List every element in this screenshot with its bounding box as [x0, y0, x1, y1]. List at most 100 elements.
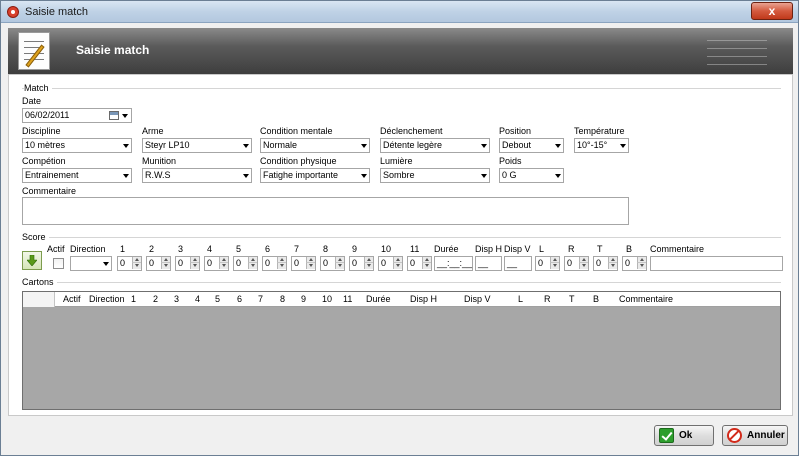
shot-spinner-9[interactable]: 0 [349, 256, 374, 271]
position-select[interactable]: Debout [499, 138, 564, 153]
cartons-grid[interactable]: Actif Direction 1 2 3 4 5 6 7 8 9 10 11 Durée Disp H Di… [22, 291, 781, 410]
spin-down-icon[interactable] [190, 263, 199, 269]
title-bar[interactable]: Saisie match x [1, 1, 798, 23]
cond-physique-value: Fatighe importante [263, 170, 339, 180]
shot-spinner-8[interactable]: 0 [320, 256, 345, 271]
cond-physique-select[interactable]: Fatighe importante [260, 168, 370, 183]
spin-down-icon[interactable] [637, 263, 646, 269]
grid-column-header[interactable]: Durée [366, 294, 391, 304]
grid-column-header[interactable]: 5 [215, 294, 220, 304]
lumiere-value: Sombre [383, 170, 415, 180]
lumiere-select[interactable]: Sombre [380, 168, 490, 183]
disp-h-input[interactable]: __ [475, 256, 502, 271]
discipline-select[interactable]: 10 mètres [22, 138, 132, 153]
shot-spinner-4[interactable]: 0 [204, 256, 229, 271]
grid-column-header[interactable]: 11 [343, 294, 352, 304]
arme-select[interactable]: Steyr LP10 [142, 138, 252, 153]
spin-down-icon[interactable] [248, 263, 257, 269]
grid-column-header[interactable]: Actif [63, 294, 81, 304]
grid-column-header[interactable]: 2 [153, 294, 158, 304]
match-commentaire-input[interactable] [22, 197, 629, 225]
competition-label: Compétion [22, 156, 66, 166]
spin-down-icon[interactable] [550, 263, 559, 269]
shot-spinner-5[interactable]: 0 [233, 256, 258, 271]
score-actif-checkbox[interactable] [53, 258, 64, 269]
shot-spinner-6[interactable]: 0 [262, 256, 287, 271]
shot-spinner-11[interactable]: 0 [407, 256, 432, 271]
cancel-button[interactable]: Annuler [722, 425, 788, 446]
shot-label-7: 7 [294, 244, 300, 254]
shot-value: 0 [178, 258, 184, 268]
ok-button[interactable]: Ok [654, 425, 714, 446]
chevron-down-icon[interactable] [122, 114, 128, 118]
b-spinner[interactable]: 0 [622, 256, 647, 271]
spin-down-icon[interactable] [306, 263, 315, 269]
add-score-button[interactable] [22, 251, 42, 270]
close-button[interactable]: x [751, 2, 793, 20]
shot-value: 0 [120, 258, 126, 268]
spin-down-icon[interactable] [161, 263, 170, 269]
t-spinner[interactable]: 0 [593, 256, 618, 271]
l-spinner[interactable]: 0 [535, 256, 560, 271]
grid-column-header[interactable]: T [569, 294, 575, 304]
competition-select[interactable]: Entrainement [22, 168, 132, 183]
shot-value: 0 [265, 258, 271, 268]
t-label: T [597, 244, 603, 254]
grid-column-header[interactable]: R [544, 294, 551, 304]
cond-mentale-select[interactable]: Normale [260, 138, 370, 153]
calendar-icon[interactable] [109, 111, 119, 120]
match-commentaire-label: Commentaire [22, 186, 77, 196]
grid-column-header[interactable]: Disp V [464, 294, 491, 304]
spin-down-icon[interactable] [219, 263, 228, 269]
grid-column-header[interactable]: 6 [237, 294, 242, 304]
spin-down-icon[interactable] [335, 263, 344, 269]
spin-down-icon[interactable] [393, 263, 402, 269]
score-commentaire-input[interactable] [650, 256, 783, 271]
grid-column-header[interactable]: 8 [280, 294, 285, 304]
shot-value: 0 [149, 258, 155, 268]
shot-spinner-1[interactable]: 0 [117, 256, 142, 271]
disp-v-input[interactable]: __ [504, 256, 532, 271]
grid-column-header[interactable]: B [593, 294, 599, 304]
close-icon: x [768, 4, 776, 18]
grid-column-header[interactable]: 4 [195, 294, 200, 304]
declenchement-select[interactable]: Détente legère [380, 138, 490, 153]
shot-value: 0 [323, 258, 329, 268]
shot-spinner-3[interactable]: 0 [175, 256, 200, 271]
munition-select[interactable]: R.W.S [142, 168, 252, 183]
grid-column-header[interactable]: Commentaire [619, 294, 673, 304]
match-group-label: Match [24, 83, 52, 93]
score-direction-select[interactable] [70, 256, 112, 271]
shot-spinner-2[interactable]: 0 [146, 256, 171, 271]
grid-column-header[interactable]: 9 [301, 294, 306, 304]
r-value: 0 [567, 258, 573, 268]
spin-down-icon[interactable] [579, 263, 588, 269]
shot-spinner-10[interactable]: 0 [378, 256, 403, 271]
shot-value: 0 [352, 258, 358, 268]
spin-down-icon[interactable] [608, 263, 617, 269]
grid-column-header[interactable]: 7 [258, 294, 263, 304]
date-label: Date [22, 96, 42, 106]
shot-value: 0 [381, 258, 387, 268]
t-value: 0 [596, 258, 602, 268]
shot-label-10: 10 [381, 244, 392, 254]
grid-column-header[interactable]: Disp H [410, 294, 437, 304]
date-picker[interactable]: 06/02/2011 [22, 108, 132, 123]
spin-down-icon[interactable] [277, 263, 286, 269]
shot-spinner-7[interactable]: 0 [291, 256, 316, 271]
spin-down-icon[interactable] [422, 263, 431, 269]
grid-column-header[interactable]: 10 [322, 294, 332, 304]
grid-column-header[interactable]: Direction [89, 294, 125, 304]
cond-mentale-value: Normale [263, 140, 298, 150]
temperature-select[interactable]: 10°-15° [574, 138, 629, 153]
poids-select[interactable]: 0 G [499, 168, 564, 183]
duree-input[interactable]: __:__:__ [434, 256, 473, 271]
r-spinner[interactable]: 0 [564, 256, 589, 271]
spin-down-icon[interactable] [132, 263, 141, 269]
grid-column-header[interactable]: 3 [174, 294, 179, 304]
spin-down-icon[interactable] [364, 263, 373, 269]
grid-column-header[interactable]: L [518, 294, 523, 304]
grid-column-header[interactable]: 1 [131, 294, 136, 304]
chevron-down-icon [243, 174, 249, 178]
shot-value: 0 [207, 258, 213, 268]
